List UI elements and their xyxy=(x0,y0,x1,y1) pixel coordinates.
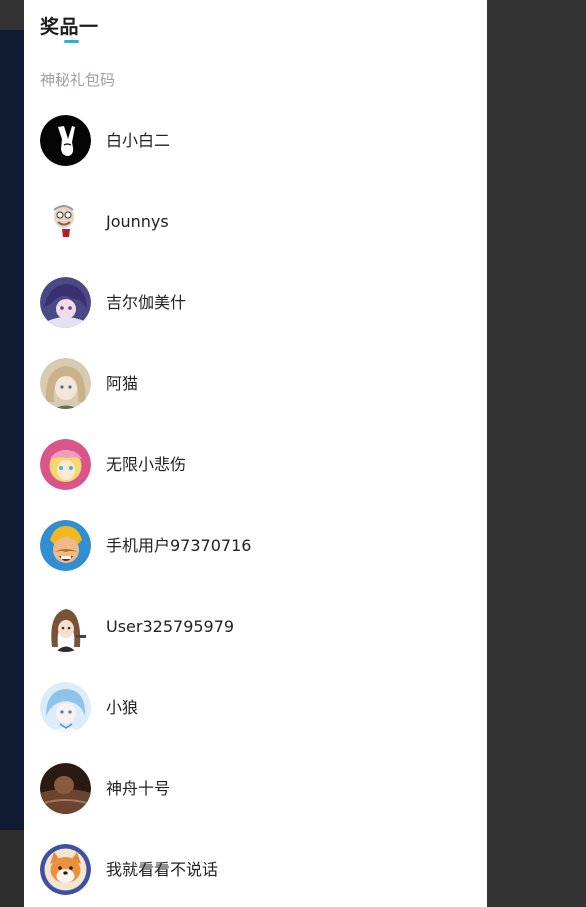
winner-item[interactable]: 小狼 xyxy=(40,682,470,763)
prize-winners-panel: 奖品一 神秘礼包码 白小白二 Jounnys 吉尔伽美什 阿猫 无限小悲伤 手机… xyxy=(24,0,487,907)
winner-item[interactable]: 白小白二 xyxy=(40,115,470,196)
winner-list: 白小白二 Jounnys 吉尔伽美什 阿猫 无限小悲伤 手机用户97370716… xyxy=(40,115,470,907)
peace-hand-avatar[interactable] xyxy=(40,115,91,166)
winner-name: 阿猫 xyxy=(106,374,139,393)
winner-item[interactable]: 我就看看不说话 xyxy=(40,844,470,907)
title-underline xyxy=(64,40,79,43)
winner-name: Jounnys xyxy=(106,212,169,231)
anime-blonde-girl-avatar[interactable] xyxy=(40,358,91,409)
shiba-dog-avatar[interactable] xyxy=(40,844,91,895)
background-page-strip xyxy=(0,30,24,830)
prize-subtitle: 神秘礼包码 xyxy=(40,71,116,89)
clash-barbarian-avatar[interactable] xyxy=(40,520,91,571)
winner-name: 小狼 xyxy=(106,698,139,717)
winner-name: 无限小悲伤 xyxy=(106,455,187,474)
anime-purple-hair-avatar[interactable] xyxy=(40,277,91,328)
prize-title: 奖品一 xyxy=(40,16,99,38)
winner-item[interactable]: 神舟十号 xyxy=(40,763,470,844)
winner-name: 白小白二 xyxy=(106,131,171,150)
winner-item[interactable]: 手机用户97370716 xyxy=(40,520,470,601)
winner-name: 吉尔伽美什 xyxy=(106,293,187,312)
winner-name: 神舟十号 xyxy=(106,779,171,798)
winner-item[interactable]: 无限小悲伤 xyxy=(40,439,470,520)
winner-item[interactable]: Jounnys xyxy=(40,196,470,277)
winner-name: User325795979 xyxy=(106,617,235,636)
winner-item[interactable]: 阿猫 xyxy=(40,358,470,439)
cartoon-pink-hair-avatar[interactable] xyxy=(40,439,91,490)
winner-name: 手机用户97370716 xyxy=(106,536,252,555)
anime-brown-hair-avatar[interactable] xyxy=(40,601,91,652)
anime-blue-hair-avatar[interactable] xyxy=(40,682,91,733)
background-page-footer xyxy=(0,830,24,907)
cartoon-old-man-avatar[interactable] xyxy=(40,196,91,247)
winner-name: 我就看看不说话 xyxy=(106,860,219,879)
photo-person-avatar[interactable] xyxy=(40,763,91,814)
winner-item[interactable]: 吉尔伽美什 xyxy=(40,277,470,358)
winner-item[interactable]: User325795979 xyxy=(40,601,470,682)
